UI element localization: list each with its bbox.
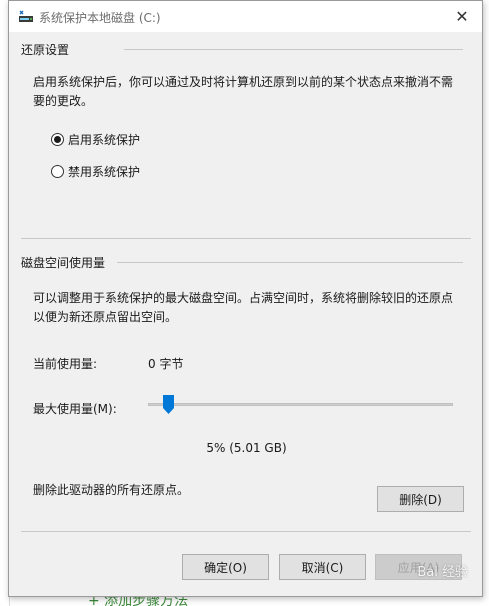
max-usage-value: 5% (5.01 GB) [206,441,287,455]
drive-icon [19,10,33,22]
disk-usage-description: 可以调整用于系统保护的最大磁盘空间。占满空间时，系统将删除较旧的还原点以便为新还… [33,291,454,324]
cancel-button[interactable]: 取消(C) [279,554,366,580]
radio-enable-protection[interactable]: 启用系统保护 [51,131,140,148]
radio-disable-protection[interactable]: 禁用系统保护 [51,163,140,180]
restore-settings-header: 还原设置 [21,43,70,57]
close-icon: ✕ [455,7,469,26]
radio-button-unchecked[interactable] [51,165,64,178]
max-usage-slider-track[interactable] [148,403,453,406]
current-usage-label: 当前使用量: [33,357,98,371]
restore-settings-description: 启用系统保护后，你可以通过及时将计算机还原到以前的某个状态点来撤消不需要的更改。 [33,75,454,108]
system-protection-dialog: 系统保护本地磁盘 (C:) ✕ 还原设置 启用系统保护后，你可以通过及时将计算机… [8,0,483,597]
max-usage-label: 最大使用量(M): [33,402,117,416]
group-separator [117,262,463,263]
delete-restore-points-text: 删除此驱动器的所有还原点。 [33,483,190,497]
background-fragment-bottom: + 添加步骤方法 [88,596,189,606]
baidu-watermark: Bai 经验 [417,565,468,580]
max-usage-slider-thumb[interactable] [162,395,174,414]
radio-label: 禁用系统保护 [68,165,141,179]
footer-divider [21,531,471,532]
ok-button[interactable]: 确定(O) [182,554,269,580]
close-button[interactable]: ✕ [442,1,482,32]
title-bar: 系统保护本地磁盘 (C:) ✕ [9,1,482,32]
radio-button-checked[interactable] [51,133,64,146]
window-title: 系统保护本地磁盘 (C:) [39,11,161,25]
delete-button[interactable]: 删除(D) [377,486,464,512]
radio-label: 启用系统保护 [68,133,141,147]
group-separator [124,49,463,50]
current-usage-value: 0 字节 [148,357,184,371]
group-separator-top [21,238,471,239]
disk-usage-header: 磁盘空间使用量 [21,256,106,270]
